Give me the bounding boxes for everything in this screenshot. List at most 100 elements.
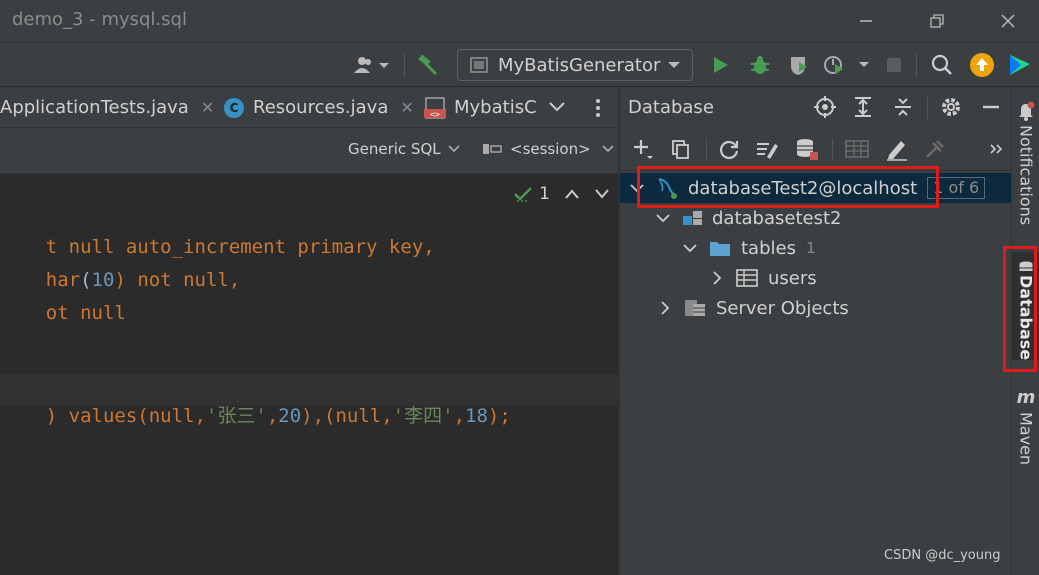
tree-item-server-objects[interactable]: Server Objects <box>620 293 1011 323</box>
watermark: CSDN @dc_young <box>884 548 1001 563</box>
account-dropdown-icon[interactable] <box>352 51 392 79</box>
window-title: demo_3 - mysql.sql <box>12 9 187 30</box>
tab-label: Resources.java <box>253 97 389 118</box>
toolbar-divider <box>916 53 917 77</box>
sql-editor[interactable]: 1 t null auto_increment primary key, har… <box>0 174 618 575</box>
class-icon: C <box>224 97 244 118</box>
datasource-properties-icon[interactable] <box>754 136 780 162</box>
close-window-button[interactable] <box>994 8 1022 34</box>
debug-bug-icon[interactable] <box>746 51 774 79</box>
disconnect-database-icon[interactable] <box>794 136 820 162</box>
edit-pencil-icon[interactable] <box>884 136 910 162</box>
previous-highlight-icon[interactable] <box>564 188 580 200</box>
database-panel-title: Database <box>628 97 714 118</box>
coverage-icon[interactable] <box>785 51 813 79</box>
notifications-tool-button[interactable]: Notifications <box>1012 101 1039 225</box>
tree-item-users-table[interactable]: users <box>620 263 1011 293</box>
table-editor-icon[interactable] <box>844 136 870 162</box>
session-selector[interactable]: <session> <box>482 140 615 158</box>
notifications-label: Notifications <box>1016 125 1036 226</box>
table-icon <box>736 269 758 287</box>
database-panel-header: Database <box>620 87 1011 128</box>
session-icon <box>483 144 502 154</box>
database-tree: databaseTest2@localhost 1 of 6 databaset… <box>620 171 1011 575</box>
tab-label: MybatisC <box>454 97 537 118</box>
server-objects-label: Server Objects <box>716 297 849 319</box>
minimize-button[interactable] <box>852 8 880 34</box>
locate-icon[interactable] <box>812 94 838 120</box>
copy-icon[interactable] <box>668 136 694 162</box>
close-tab-icon[interactable]: ✕ <box>400 98 413 117</box>
maven-icon: m <box>1016 387 1036 408</box>
chevron-down-icon <box>668 62 680 68</box>
code-token: 18 <box>465 405 488 427</box>
xml-file-icon: <> <box>424 96 446 119</box>
chevron-right-icon[interactable] <box>658 301 672 315</box>
badge-total: of 6 <box>948 178 980 197</box>
chevron-down-icon[interactable] <box>683 241 697 255</box>
tab-label: ApplicationTests.java <box>0 97 189 118</box>
chevron-down-icon[interactable] <box>656 211 670 225</box>
tables-label: tables <box>741 237 796 259</box>
more-actions-icon[interactable] <box>984 136 1010 162</box>
collapse-all-icon[interactable] <box>890 94 916 120</box>
toolbar-divider <box>404 53 405 77</box>
jump-to-console-icon[interactable] <box>922 136 948 162</box>
search-icon[interactable] <box>928 51 956 79</box>
database-panel: Database databaseTest2@localhost 1 of 6 … <box>620 87 1011 575</box>
run-config-selector[interactable]: MyBatisGenerator <box>457 49 693 81</box>
toolbar-divider <box>706 138 707 160</box>
inspection-widget[interactable]: 1 <box>513 184 610 204</box>
more-options-icon[interactable] <box>594 97 602 123</box>
code-token: , <box>453 405 466 427</box>
session-label: <session> <box>510 140 591 158</box>
check-icon <box>514 187 533 202</box>
editor-header: Generic SQL <session> <box>0 128 618 174</box>
sql-dialect-selector[interactable]: Generic SQL <box>348 140 461 158</box>
code-line: ot null <box>0 280 126 346</box>
code-token: '李四' <box>392 405 454 427</box>
inspection-count[interactable]: 1 <box>513 184 550 204</box>
run-config-label: MyBatisGenerator <box>498 54 661 76</box>
profiler-dropdown-icon[interactable] <box>822 51 872 79</box>
bell-icon <box>1019 101 1035 121</box>
toolbox-icon[interactable] <box>1006 51 1034 79</box>
expand-all-icon[interactable] <box>850 94 876 120</box>
code-line: ) values(null,'张三',20),(null,'李四',18); <box>0 379 511 450</box>
tab-mybatis-config[interactable]: <> MybatisC <box>424 87 537 128</box>
update-icon[interactable] <box>968 51 996 79</box>
code-token: , <box>266 405 279 427</box>
chevron-right-icon[interactable] <box>710 271 724 285</box>
tree-item-tables[interactable]: tables 1 <box>620 233 1011 263</box>
editor-tabs: ApplicationTests.java ✕ C Resources.java… <box>0 87 618 128</box>
build-hammer-icon[interactable] <box>414 51 442 79</box>
header-divider <box>927 97 928 119</box>
restore-button[interactable] <box>923 8 951 34</box>
datasource-highlight-box <box>637 166 939 208</box>
inspection-count-label: 1 <box>539 184 550 204</box>
hide-panel-icon[interactable] <box>978 94 1004 120</box>
server-objects-icon <box>685 300 705 316</box>
code-token: ) values(null, <box>45 405 206 427</box>
code-token: ); <box>487 405 511 427</box>
database-toolbar <box>620 128 1011 171</box>
maven-label: Maven <box>1016 412 1036 466</box>
toolbar-divider <box>832 138 833 160</box>
tabs-list-chevron-icon[interactable] <box>548 99 566 118</box>
code-token: '张三' <box>205 405 267 427</box>
tab-application-tests[interactable]: ApplicationTests.java ✕ <box>0 87 214 128</box>
maven-tool-button[interactable]: m Maven <box>1012 387 1039 465</box>
add-datasource-icon[interactable] <box>630 136 656 162</box>
next-highlight-icon[interactable] <box>594 188 610 200</box>
folder-icon <box>710 242 730 256</box>
svg-text:<>: <> <box>430 110 440 119</box>
stop-icon[interactable] <box>880 51 908 79</box>
sql-dialect-label: Generic SQL <box>348 140 441 158</box>
close-tab-icon[interactable]: ✕ <box>201 98 214 117</box>
chevron-down-icon <box>448 145 460 153</box>
settings-gear-icon[interactable] <box>938 94 964 120</box>
run-icon[interactable] <box>706 51 734 79</box>
tab-resources[interactable]: C Resources.java ✕ <box>224 87 414 128</box>
code-token: 20 <box>278 405 302 427</box>
refresh-icon[interactable] <box>716 136 742 162</box>
